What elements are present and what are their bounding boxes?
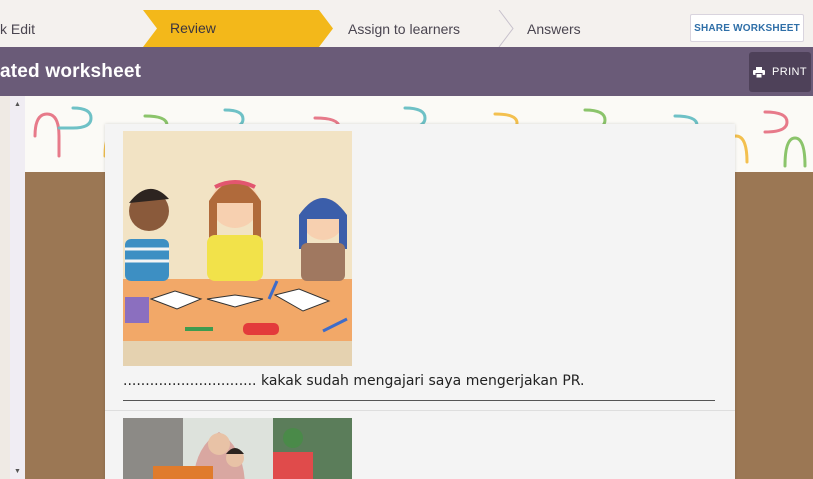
page-title: ated worksheet: [0, 61, 142, 82]
question-1-sentence: .............................. kakak sud…: [123, 373, 584, 389]
step-navigation: k Edit Review Assign to learners Answers…: [0, 0, 813, 47]
step-edit[interactable]: k Edit: [0, 10, 35, 47]
step-answers[interactable]: Answers: [527, 10, 581, 47]
cork-panel-right: [735, 172, 813, 479]
step-assign-label: Assign to learners: [348, 20, 461, 37]
scroll-up-arrow-icon[interactable]: ▲: [10, 98, 25, 110]
step-separator-chevron-icon: [498, 10, 514, 47]
step-answers-label: Answers: [527, 20, 581, 37]
step-review-label: Review: [170, 20, 216, 36]
question-divider: [105, 410, 735, 411]
answer-underline: [123, 400, 715, 401]
question-1-blank[interactable]: ..............................: [123, 373, 257, 389]
scroll-down-arrow-icon[interactable]: ▼: [10, 465, 25, 477]
step-review[interactable]: Review: [143, 10, 333, 47]
share-worksheet-label: SHARE WORKSHEET: [694, 22, 800, 34]
children-studying-illustration: [123, 131, 352, 366]
share-worksheet-button[interactable]: SHARE WORKSHEET: [690, 14, 804, 42]
question-1-text: kakak sudah mengajari saya mengerjakan P…: [260, 373, 585, 389]
worksheet-page: .............................. kakak sud…: [105, 124, 735, 479]
title-bar: ated worksheet: [0, 47, 813, 96]
vertical-scrollbar[interactable]: ▲ ▼: [10, 96, 25, 479]
worksheet-viewport: .............................. kakak sud…: [25, 96, 813, 479]
step-assign[interactable]: Assign to learners: [348, 10, 460, 47]
step-edit-label: k Edit: [0, 20, 36, 37]
printer-icon: [753, 66, 765, 78]
print-label: PRINT: [772, 66, 807, 78]
cork-panel-left: [25, 172, 105, 479]
mother-and-child-photo: [123, 418, 352, 479]
print-button[interactable]: PRINT: [749, 52, 811, 92]
